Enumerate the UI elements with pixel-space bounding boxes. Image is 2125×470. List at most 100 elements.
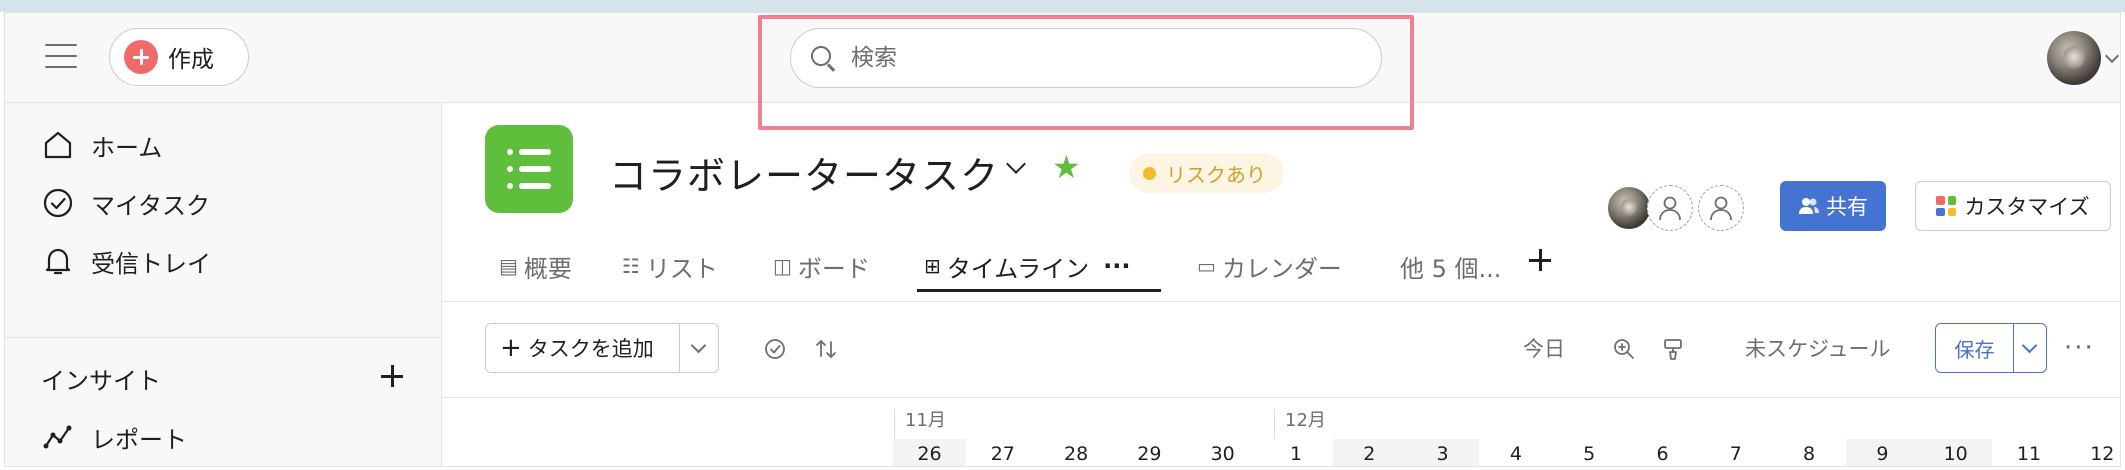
tab-label: リスト xyxy=(645,254,718,283)
sidebar-item-home[interactable]: ホーム xyxy=(41,125,162,165)
sidebar-divider xyxy=(5,337,441,338)
tab-label: タイムライン xyxy=(946,254,1090,283)
tab-timeline[interactable]: ⊞ タイムライン ··· xyxy=(924,243,1130,289)
add-tab-plus-icon[interactable] xyxy=(1529,249,1551,271)
zoom-in-icon[interactable] xyxy=(1610,335,1638,363)
add-insight-plus-icon[interactable] xyxy=(381,365,403,387)
day-label: 27 xyxy=(990,443,1015,465)
tab-label: 概要 xyxy=(523,254,572,283)
create-button[interactable]: 作成 xyxy=(109,28,249,86)
sidebar-item-label: マイタスク xyxy=(91,191,211,220)
sidebar-item-inbox[interactable]: 受信トレイ xyxy=(41,241,211,281)
sidebar-item-reports[interactable]: レポート xyxy=(41,417,187,457)
more-options-icon[interactable]: ··· xyxy=(2064,335,2095,361)
app-window: 作成 ホーム マイタスク 受信トレイ イ xyxy=(4,12,2121,467)
home-icon xyxy=(41,128,75,162)
tab-more-icon[interactable]: ··· xyxy=(1103,252,1130,280)
day-label: 12 xyxy=(2090,443,2115,465)
chevron-down-icon[interactable] xyxy=(2014,324,2046,372)
paint-format-icon[interactable] xyxy=(1659,335,1687,363)
day-label: 5 xyxy=(1583,443,1596,465)
search-icon xyxy=(809,44,837,72)
sort-icon[interactable] xyxy=(812,335,840,363)
save-button-group: 保存 xyxy=(1935,323,2047,373)
chevron-down-icon[interactable] xyxy=(1006,154,1026,174)
main-content: コラボレータータスク ★ リスクあり 共有 カスタマイズ ▤ 概要 ☷ リスト … xyxy=(442,103,2120,466)
timeline-toolbar: + タスクを追加 今日 未スケジュール 保存 ··· xyxy=(442,302,2120,398)
project-title[interactable]: コラボレータータスク xyxy=(609,145,999,200)
day-label: 2 xyxy=(1363,443,1376,465)
share-label: 共有 xyxy=(1826,195,1868,219)
add-task-button-group: + タスクを追加 xyxy=(485,323,719,373)
check-circle-icon xyxy=(41,186,75,220)
status-label: リスクあり xyxy=(1166,162,1266,187)
day-label: 28 xyxy=(1064,443,1089,465)
add-task-label: タスクを追加 xyxy=(527,337,654,361)
active-tab-indicator xyxy=(917,289,1161,292)
timeline-header: 11月 12月 26 27 28 29 30 1 2 3 4 5 6 7 8 9 10 11 12 xyxy=(442,399,2120,466)
tab-calendar[interactable]: ▭ カレンダー xyxy=(1197,243,1342,289)
project-list-icon[interactable] xyxy=(485,125,573,213)
bell-icon xyxy=(41,244,75,278)
top-bar: 作成 xyxy=(5,13,2120,130)
browser-top-strip xyxy=(0,0,2125,12)
chevron-down-icon[interactable] xyxy=(2104,48,2120,64)
sidebar-item-label: レポート xyxy=(91,425,187,454)
tab-board[interactable]: ◫ ボード xyxy=(773,243,870,289)
tab-overview[interactable]: ▤ 概要 xyxy=(499,243,572,289)
hamburger-menu-icon[interactable] xyxy=(43,41,79,71)
insights-heading: インサイト xyxy=(41,367,161,395)
people-icon xyxy=(1799,198,1819,214)
calendar-icon: ▭ xyxy=(1197,254,1216,278)
member-avatar[interactable] xyxy=(1606,185,1652,231)
day-label: 3 xyxy=(1436,443,1449,465)
day-label: 1 xyxy=(1289,443,1303,465)
tab-label: 他 5 個... xyxy=(1400,254,1502,283)
day-label: 26 xyxy=(917,443,942,465)
sidebar-item-label: ホーム xyxy=(91,133,163,162)
day-label: 6 xyxy=(1656,443,1669,465)
sidebar-item-label: 受信トレイ xyxy=(91,249,211,278)
customize-button[interactable]: カスタマイズ xyxy=(1915,181,2111,231)
day-label: 30 xyxy=(1210,443,1235,465)
today-button[interactable]: 今日 xyxy=(1523,333,1565,363)
tab-label: ボード xyxy=(797,254,870,283)
empty-member-icon[interactable] xyxy=(1698,185,1744,231)
tab-list[interactable]: ☷ リスト xyxy=(622,243,718,289)
day-label: 8 xyxy=(1803,443,1816,465)
sidebar-item-my-tasks[interactable]: マイタスク xyxy=(41,183,210,223)
day-label: 9 xyxy=(1876,443,1889,465)
chevron-down-icon[interactable] xyxy=(680,324,718,372)
day-label: 29 xyxy=(1137,443,1162,465)
customize-grid-icon xyxy=(1936,196,1957,216)
customize-label: カスタマイズ xyxy=(1964,195,2090,219)
share-button[interactable]: 共有 xyxy=(1780,181,1886,231)
board-icon: ◫ xyxy=(773,254,792,278)
search-input[interactable] xyxy=(851,45,1351,71)
user-avatar[interactable] xyxy=(2047,31,2101,85)
list-icon: ☷ xyxy=(622,254,640,278)
unscheduled-button[interactable]: 未スケジュール xyxy=(1745,333,1891,363)
status-badge[interactable]: リスクあり xyxy=(1129,153,1284,193)
view-tabs: ▤ 概要 ☷ リスト ◫ ボード ⊞ タイムライン ··· ▭ カレンダー 他 … xyxy=(442,243,2120,293)
month-label: 11月 xyxy=(894,409,946,439)
search-bar[interactable] xyxy=(790,28,1382,88)
day-label: 10 xyxy=(1943,443,1968,465)
report-line-icon xyxy=(41,420,75,454)
add-task-button[interactable]: + タスクを追加 xyxy=(486,324,680,372)
status-dot-icon xyxy=(1143,166,1156,180)
save-button[interactable]: 保存 xyxy=(1936,324,2014,372)
plus-icon xyxy=(124,40,158,74)
tab-label: カレンダー xyxy=(1221,254,1342,283)
plus-icon: + xyxy=(500,333,522,363)
empty-member-icon[interactable] xyxy=(1647,185,1693,231)
check-circle-icon[interactable] xyxy=(761,335,789,363)
timeline-icon: ⊞ xyxy=(924,254,941,278)
day-label: 4 xyxy=(1509,443,1522,465)
month-label: 12月 xyxy=(1274,409,1326,439)
day-label: 11 xyxy=(2016,443,2042,465)
sidebar: ホーム マイタスク 受信トレイ インサイト レポート xyxy=(5,103,442,466)
star-icon[interactable]: ★ xyxy=(1052,151,1081,183)
tab-more-views[interactable]: 他 5 個... xyxy=(1400,243,1501,289)
day-label: 7 xyxy=(1729,443,1742,465)
